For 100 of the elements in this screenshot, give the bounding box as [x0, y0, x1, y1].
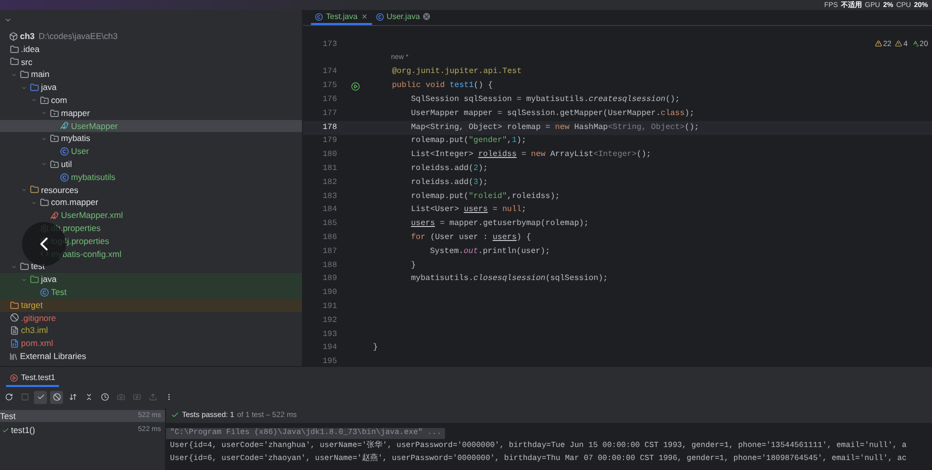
line-number: 182: [322, 176, 337, 189]
tree-item[interactable]: test: [0, 260, 302, 274]
tree-item[interactable]: .gitignore: [0, 312, 302, 324]
tree-item[interactable]: Test: [0, 286, 302, 299]
code-line: for (User user : users) {: [410, 232, 532, 244]
code-line: List<Integer> roleidss = new ArrayList<Integer>();: [410, 149, 652, 162]
file-icon: [10, 326, 19, 336]
bird-icon: [50, 211, 59, 220]
tree-item[interactable]: resources: [0, 184, 302, 196]
chevron-down-icon[interactable]: [11, 72, 17, 78]
line-number: 192: [322, 314, 337, 327]
tree-item[interactable]: ch3.iml: [0, 324, 302, 338]
chevron-down-icon[interactable]: [21, 84, 27, 91]
line-number: 174: [322, 66, 337, 78]
module-icon: [9, 32, 18, 41]
tree-item[interactable]: target: [0, 298, 302, 312]
check-icon: [171, 411, 179, 419]
chevron-down-icon[interactable]: [31, 200, 37, 206]
line-number: 178: [322, 122, 337, 134]
line-number: 195: [322, 356, 337, 368]
tree-item[interactable]: User: [0, 145, 302, 158]
code-line: roleidss.add(2);: [410, 163, 488, 176]
tree-item-label: util: [61, 158, 72, 171]
folder-icon: [20, 262, 29, 272]
bird-icon: [60, 121, 69, 130]
tree-item[interactable]: UserMapper: [0, 120, 302, 132]
tree-item[interactable]: ch3 D:\codes\javaEE\ch3: [0, 30, 302, 43]
line-number: 180: [322, 149, 337, 162]
tree-item[interactable]: com.mapper: [0, 196, 302, 210]
toolbar-button[interactable]: [50, 390, 63, 404]
chevron-down-icon[interactable]: [41, 136, 47, 142]
tree-item-label: External Libraries: [20, 350, 86, 363]
toolbar-button[interactable]: [34, 390, 47, 404]
tree-item-label: target: [21, 298, 43, 312]
line-number: 191: [322, 301, 337, 314]
rerun-icon: [4, 393, 12, 401]
tree-item[interactable]: UserMapper.xml: [0, 209, 302, 222]
run-passed-icon[interactable]: [350, 82, 360, 91]
chevron-down-icon[interactable]: [31, 97, 37, 104]
test-name: test1(): [11, 424, 36, 436]
line-number: 181: [322, 163, 337, 176]
line-number: 187: [322, 246, 337, 258]
tree-item[interactable]: com: [0, 94, 302, 107]
folder-icon: [10, 44, 19, 54]
tree-item-label: test: [31, 260, 45, 274]
tree-item-label: com.mapper: [51, 196, 98, 210]
folder-icon: [10, 300, 19, 310]
tree-item[interactable]: main: [0, 68, 302, 82]
package-icon: [40, 96, 49, 105]
chevron-down-icon[interactable]: [41, 161, 47, 168]
class-icon: [40, 288, 49, 297]
close-icon[interactable]: [422, 13, 430, 20]
chevron-down-icon[interactable]: [11, 264, 17, 270]
tree-item[interactable]: pom.xml: [0, 337, 302, 350]
code-line: SqlSession sqlSession = mybatisutils.createsqlsession();: [410, 94, 680, 106]
tree-item[interactable]: External Libraries: [0, 350, 302, 363]
run-tab[interactable]: Test.test1: [6, 371, 60, 387]
chevron-down-icon[interactable]: [4, 16, 12, 24]
tree-item-label: .gitignore: [21, 312, 56, 324]
code-line: }: [373, 342, 378, 354]
tree-item-label: mybatisutils: [71, 170, 116, 184]
check-icon: [36, 393, 44, 401]
folder-icon: [10, 57, 19, 66]
warning-icon: [895, 40, 902, 48]
folder-icon: [30, 83, 39, 92]
tree-item[interactable]: src: [0, 56, 302, 68]
line-number: 185: [322, 218, 337, 230]
tree-item[interactable]: java: [0, 81, 302, 94]
editor-tab[interactable]: User.java: [372, 10, 434, 25]
close-icon[interactable]: [360, 13, 368, 20]
package-icon: [50, 108, 59, 118]
tree-item[interactable]: mybatisutils: [0, 170, 302, 184]
tree-item[interactable]: util: [0, 158, 302, 171]
class-icon: [60, 172, 69, 182]
tree-item[interactable]: java: [0, 273, 302, 286]
code-line: mybatisutils.closesqlsession(sqlSession);: [410, 273, 608, 286]
camera-icon: [116, 393, 124, 401]
editor-tab[interactable]: Test.java: [311, 10, 372, 25]
class-icon: [315, 12, 323, 20]
line-number: 177: [322, 108, 337, 120]
tree-item-label: mapper: [61, 106, 90, 120]
tree-item-label: java: [41, 273, 57, 286]
tree-item-label: ch3.iml: [21, 324, 48, 338]
tree-item-label: User: [71, 145, 89, 158]
tree-item[interactable]: mapper: [0, 106, 302, 120]
chevron-down-icon[interactable]: [41, 110, 47, 116]
tree-item[interactable]: mybatis: [0, 132, 302, 146]
code-line: roleidss.add(3);: [410, 176, 488, 189]
package-icon: [50, 134, 59, 144]
class-icon: [60, 147, 69, 156]
code-line: List<User> users = null;: [410, 204, 526, 216]
code-line: @org.junit.jupiter.api.Test: [391, 66, 522, 78]
line-number: 193: [322, 328, 337, 341]
line-number: 184: [322, 204, 337, 216]
chevron-down-icon[interactable]: [21, 276, 27, 283]
tree-item-label: .idea: [21, 42, 40, 56]
tree-item[interactable]: .idea: [0, 42, 302, 56]
chevron-down-icon[interactable]: [21, 186, 27, 193]
class-icon: [376, 12, 384, 20]
spellcheck-icon: [912, 40, 919, 48]
